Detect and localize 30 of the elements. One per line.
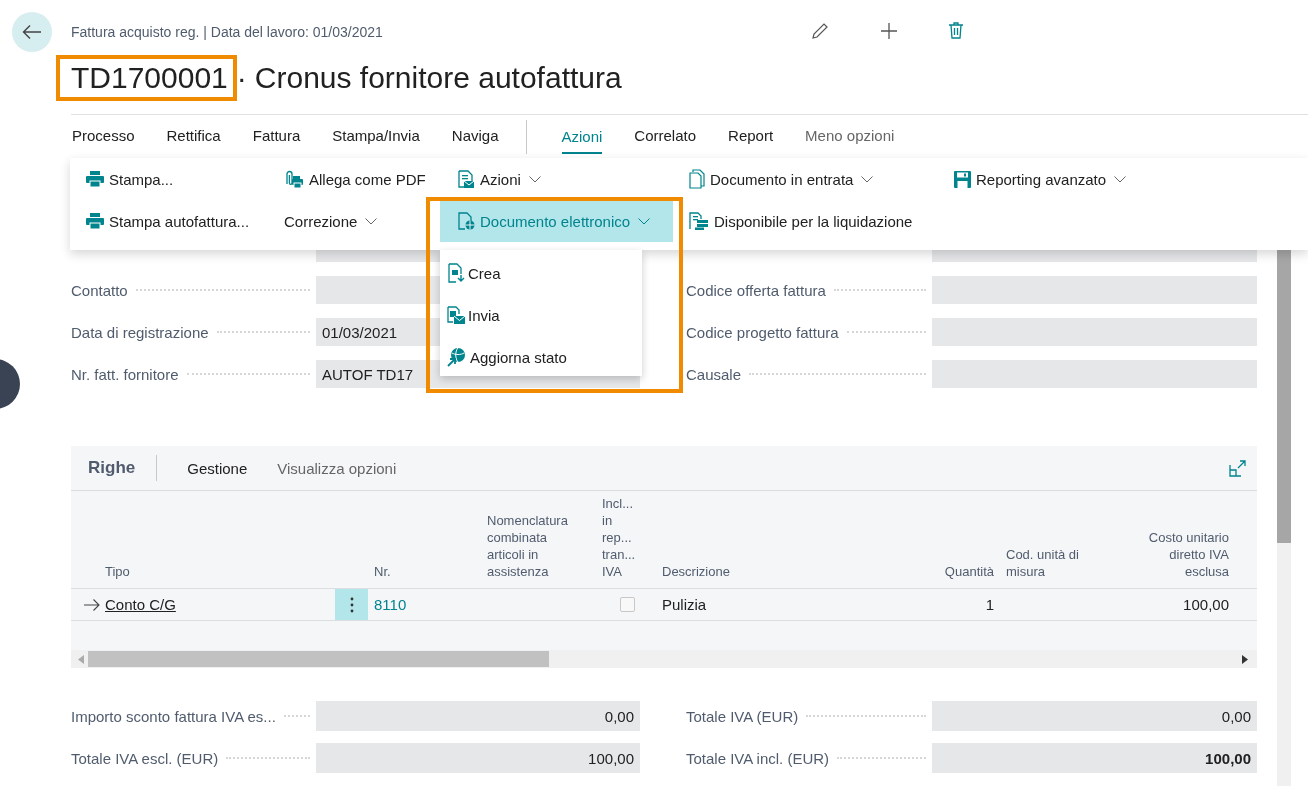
record-number: TD1700001 — [56, 55, 237, 101]
column-header: Quantità — [944, 563, 994, 580]
field-label: Causale — [686, 365, 742, 383]
page-title: Cronus fornitore autofattura — [254, 60, 622, 96]
field-label: Codice progetto fattura — [686, 323, 839, 341]
table-cell: 100,00 — [1183, 596, 1229, 613]
field-label: Totale IVA (EUR) — [686, 707, 799, 725]
field-label: Totale IVA incl. (EUR) — [686, 749, 830, 767]
column-header: Cod. unità di misura — [1006, 546, 1080, 580]
field-label: Data di registrazione — [71, 323, 209, 341]
table-cell: 1 — [985, 596, 994, 613]
section-title: Righe — [88, 458, 136, 478]
separator-dot: · — [236, 60, 247, 96]
column-header: Nomenclatura combinata articoli in assistenza — [487, 512, 569, 580]
column-header: Descrizione — [662, 563, 730, 580]
total-value: 0,00 — [932, 701, 1257, 731]
column-header: Tipo — [105, 563, 130, 580]
column-header: Nr. — [374, 563, 391, 580]
total-value: 100,00 — [316, 743, 640, 773]
column-header: Incl... in rep... tran... IVA — [602, 495, 637, 580]
field-label: Totale IVA escl. (EUR) — [71, 749, 219, 767]
field-label: Importo sconto fattura IVA es... — [71, 707, 276, 725]
total-value: 100,00 — [932, 743, 1257, 773]
column-header: Costo unitario diretto IVA esclusa — [1147, 529, 1229, 580]
field-label: Nr. fatt. fornitore — [71, 365, 179, 383]
table-cell: Pulizia — [662, 596, 707, 613]
total-value: 0,00 — [316, 701, 640, 731]
breadcrumb: Fattura acquisto reg. | Data del lavoro: 01/03/2021 — [71, 23, 384, 42]
field-label: Contatto — [71, 281, 128, 299]
field-label: Codice offerta fattura — [686, 281, 826, 299]
